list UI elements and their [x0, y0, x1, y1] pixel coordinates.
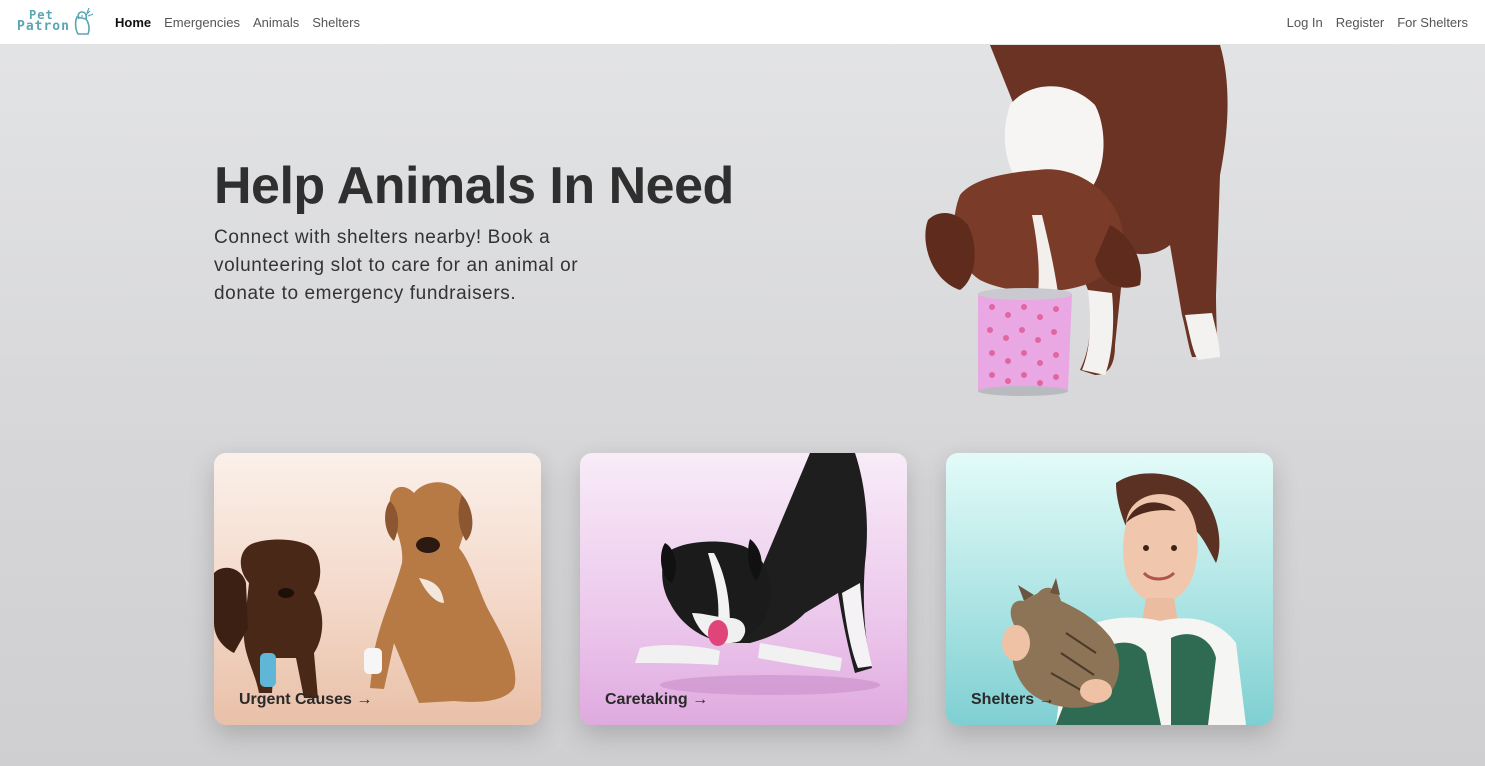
dog-logo-icon — [74, 7, 94, 35]
account-nav: Log In Register For Shelters — [1287, 15, 1468, 30]
brand-wordmark: Pet Patron — [17, 8, 70, 34]
nav-home[interactable]: Home — [115, 15, 151, 30]
hero-subtitle: Connect with shelters nearby! Book a vol… — [214, 227, 579, 304]
nav-emergencies[interactable]: Emergencies — [164, 15, 240, 30]
nav-shelters[interactable]: Shelters — [312, 15, 360, 30]
register-link[interactable]: Register — [1336, 15, 1384, 30]
card-caretaking-label: Caretaking → — [605, 691, 709, 708]
primary-nav: Home Emergencies Animals Shelters — [115, 15, 360, 30]
brand-logo[interactable]: Pet Patron — [17, 7, 95, 37]
card-shelters[interactable]: Shelters → — [946, 453, 1273, 725]
for-shelters-link[interactable]: For Shelters — [1397, 15, 1468, 30]
card-shelters-label: Shelters → — [971, 691, 1055, 708]
hero-dog-image — [925, 45, 1228, 396]
card-urgent-causes[interactable]: Urgent Causes → — [214, 453, 541, 725]
login-link[interactable]: Log In — [1287, 15, 1323, 30]
woman-with-kitten-illustration — [1002, 473, 1246, 725]
nav-animals[interactable]: Animals — [253, 15, 299, 30]
card-urgent-causes-label: Urgent Causes → — [239, 691, 373, 708]
border-collie-illustration — [635, 453, 880, 695]
injured-dogs-illustration — [214, 482, 516, 703]
hero-title: Help Animals In Need — [214, 157, 734, 215]
card-caretaking[interactable]: Caretaking → — [580, 453, 907, 725]
top-navbar: Pet Patron Home Emergencies Animals Shel… — [0, 0, 1485, 45]
